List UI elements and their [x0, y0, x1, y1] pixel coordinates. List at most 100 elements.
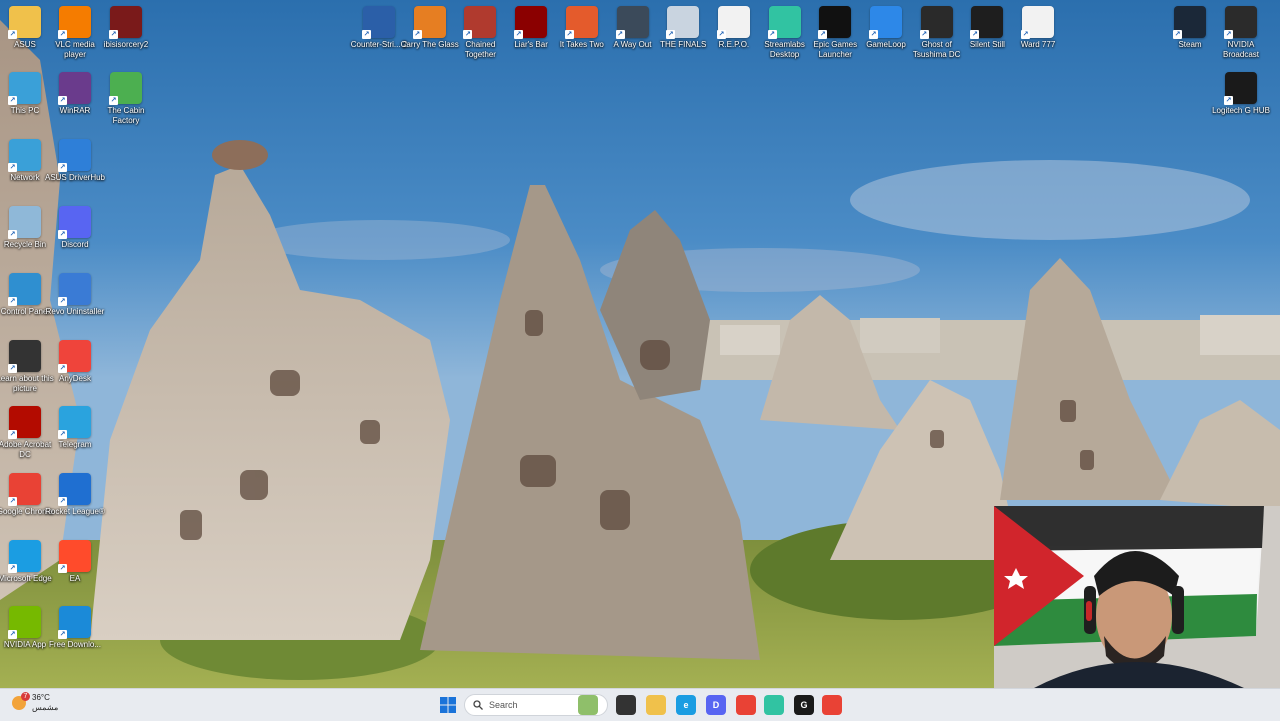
logitech-ghub-icon: ↗ — [1224, 72, 1257, 105]
revo-icon: ↗ — [58, 273, 91, 306]
shortcut-arrow-icon: ↗ — [8, 564, 17, 573]
acrobat-icon: ↗ — [8, 406, 41, 439]
recycle-bin-icon: ↗ — [8, 206, 41, 239]
gameloop-icon: ↗ — [869, 6, 902, 39]
shortcut-arrow-icon: ↗ — [58, 230, 67, 239]
desktop-icon-game[interactable]: ↗ ibisisorcery2 — [97, 6, 155, 50]
desktop-icon-chain-game[interactable]: ↗ Chained Together — [451, 6, 509, 60]
desktop-icon-revo[interactable]: ↗ Revo Uninstaller — [46, 273, 104, 317]
sun-icon: 7 — [12, 692, 30, 710]
shortcut-arrow-icon: ↗ — [1173, 30, 1182, 39]
rocket-league-icon: ↗ — [58, 473, 91, 506]
silent-still-icon: ↗ — [970, 6, 1004, 39]
desktop-icon-download[interactable]: ↗ Free Downlo... — [46, 606, 104, 650]
ghost-tsushima-icon: ↗ — [919, 6, 953, 39]
desktop-icon-label: The Cabin Factory — [107, 106, 145, 125]
shortcut-arrow-icon: ↗ — [109, 96, 118, 105]
taskbar-chrome-icon[interactable] — [822, 695, 842, 715]
notification-badge: 7 — [21, 692, 30, 701]
streamlabs-icon: ↗ — [767, 6, 801, 39]
shortcut-arrow-icon: ↗ — [8, 163, 17, 172]
shortcut-arrow-icon: ↗ — [767, 30, 777, 39]
anydesk-icon: ↗ — [58, 340, 91, 373]
telegram-icon: ↗ — [58, 406, 91, 439]
edge-icon: ↗ — [8, 540, 41, 573]
taskbar-logitech-ghub-icon[interactable]: G — [794, 695, 814, 715]
taskbar: 7 36°C مشمس Search eD G — [0, 688, 1280, 721]
taskbar-chrome-icon[interactable] — [736, 695, 756, 715]
game-icon: ↗ — [109, 6, 142, 39]
weather-widget[interactable]: 7 36°C مشمس — [12, 692, 59, 713]
shortcut-arrow-icon: ↗ — [1224, 30, 1233, 39]
taskbar-file-explorer-icon[interactable] — [646, 695, 666, 715]
desktop-icon-rocket-league[interactable]: ↗ Rocket League® — [45, 473, 105, 517]
desktop-icon-telegram[interactable]: ↗ Telegram — [46, 406, 104, 450]
folder-icon: ↗ — [8, 6, 41, 39]
windows-start-icon[interactable] — [440, 697, 456, 713]
shortcut-arrow-icon: ↗ — [58, 30, 67, 39]
desktop-icon-label: ibisisorcery2 — [103, 40, 149, 49]
desktop-icon-vlc[interactable]: ↗ VLC media player — [46, 6, 104, 60]
weather-temperature: 36°C — [32, 693, 50, 702]
desktop-icon-label: AnyDesk — [58, 374, 91, 383]
chrome-icon: ↗ — [8, 473, 41, 506]
shortcut-arrow-icon: ↗ — [869, 30, 878, 39]
desktop-icon-gear[interactable]: ↗ ASUS DriverHub — [45, 139, 105, 183]
desktop-icon-anydesk[interactable]: ↗ AnyDesk — [46, 340, 104, 384]
shortcut-arrow-icon: ↗ — [8, 30, 17, 39]
shortcut-arrow-icon: ↗ — [1021, 30, 1031, 39]
computer-icon: ↗ — [8, 72, 41, 105]
shortcut-arrow-icon: ↗ — [58, 497, 67, 506]
shortcut-arrow-icon: ↗ — [514, 30, 524, 39]
shortcut-arrow-icon: ↗ — [8, 430, 17, 439]
desktop-icon-label: Ward 777 — [1020, 40, 1056, 49]
weather-description: مشمس — [32, 703, 59, 712]
taskbar-discord-icon[interactable]: D — [706, 695, 726, 715]
desktop-icon-ea[interactable]: ↗ EA — [46, 540, 104, 584]
desktop-icon-frog[interactable]: ↗ The Cabin Factory — [97, 72, 155, 126]
it-takes-two-icon: ↗ — [564, 6, 598, 39]
shortcut-arrow-icon: ↗ — [919, 30, 929, 39]
shortcut-arrow-icon: ↗ — [818, 30, 828, 39]
desktop-icon-file[interactable]: ↗ Ward 777 — [1009, 6, 1067, 50]
desktop-icon-label: EA — [69, 574, 81, 583]
shortcut-arrow-icon: ↗ — [666, 30, 676, 39]
shortcut-arrow-icon: ↗ — [716, 30, 726, 39]
desktop-icon-nvidia-broadcast[interactable]: ↗ NVIDIA Broadcast — [1212, 6, 1270, 60]
shortcut-arrow-icon: ↗ — [8, 96, 17, 105]
taskbar-landscape-app-icon[interactable] — [578, 695, 598, 715]
search-icon — [473, 700, 483, 710]
taskbar-edge-icon[interactable]: e — [676, 695, 696, 715]
desktop-icon-discord[interactable]: ↗ Discord — [46, 206, 104, 250]
cs2-icon: ↗ — [362, 6, 395, 39]
shortcut-arrow-icon: ↗ — [58, 163, 67, 172]
shortcut-arrow-icon: ↗ — [8, 364, 17, 373]
liars-bar-icon: ↗ — [514, 6, 548, 39]
glass-game-icon: ↗ — [412, 6, 446, 39]
shortcut-arrow-icon: ↗ — [58, 297, 67, 306]
epic-games-icon: ↗ — [818, 6, 852, 39]
search-placeholder: Search — [489, 700, 518, 710]
desktop-icon-logitech-ghub[interactable]: ↗ Logitech G HUB — [1212, 72, 1270, 116]
shortcut-arrow-icon: ↗ — [8, 230, 17, 239]
shortcut-arrow-icon: ↗ — [58, 564, 67, 573]
taskbar-task-view-icon[interactable] — [616, 695, 636, 715]
shortcut-arrow-icon: ↗ — [58, 364, 67, 373]
download-icon: ↗ — [58, 606, 91, 639]
desktop-icon-epic-games[interactable]: ↗ Epic Games Launcher — [806, 6, 864, 60]
taskbar-streamlabs-icon[interactable] — [764, 695, 784, 715]
desktop-icon-label: Telegram — [58, 440, 92, 449]
webcam-overlay — [994, 506, 1280, 688]
desktop-icon-label: Discord — [61, 240, 89, 249]
shortcut-arrow-icon: ↗ — [8, 630, 17, 639]
desktop-icon-label: Rocket League® — [45, 507, 105, 516]
control-panel-icon: ↗ — [8, 273, 41, 306]
desktop-icon-ghost-tsushima[interactable]: ↗ Ghost of Tsushima DC — [908, 6, 966, 60]
gear-icon: ↗ — [58, 139, 91, 172]
chain-game-icon: ↗ — [463, 6, 497, 39]
shortcut-arrow-icon: ↗ — [58, 630, 67, 639]
desktop-icon-label: Free Downlo... — [48, 640, 102, 649]
info-icon: ↗ — [8, 340, 41, 373]
ea-icon: ↗ — [58, 540, 91, 573]
network-icon: ↗ — [8, 139, 41, 172]
